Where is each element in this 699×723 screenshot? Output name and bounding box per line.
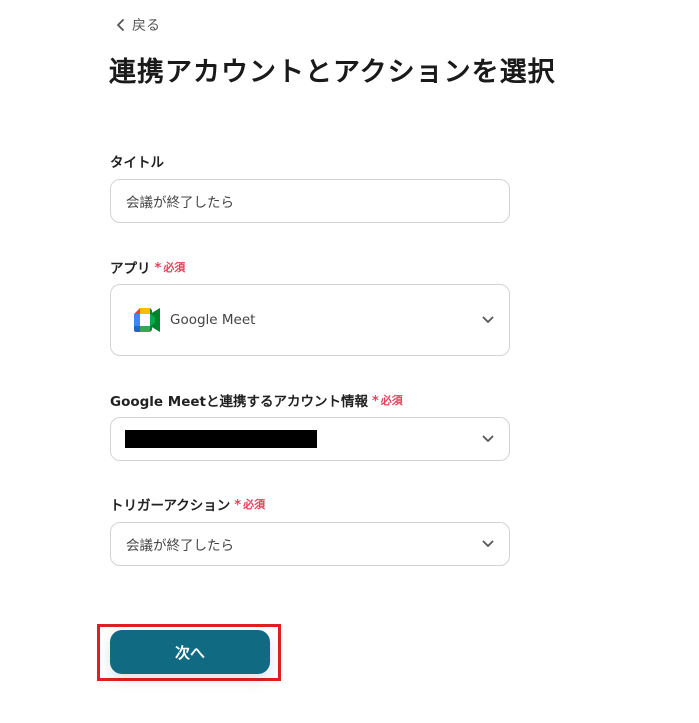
page-title: 連携アカウントとアクションを選択: [109, 57, 556, 88]
account-label-text: Google Meetと連携するアカウント情報: [110, 394, 368, 410]
required-badge: * 必須: [234, 496, 266, 513]
trigger-label-text: トリガーアクション: [110, 498, 231, 514]
back-link[interactable]: 戻る: [116, 14, 160, 36]
required-text: 必須: [163, 261, 186, 274]
back-label: 戻る: [132, 18, 160, 34]
app-label-text: アプリ: [110, 261, 151, 277]
required-text: 必須: [380, 394, 403, 407]
redacted-account-value: [125, 430, 317, 448]
required-asterisk: *: [371, 393, 379, 409]
required-text: 必須: [243, 498, 266, 511]
chevron-down-icon: [482, 316, 494, 323]
chevron-down-icon: [482, 435, 494, 442]
title-input-value: 会議が終了したら: [126, 195, 234, 211]
app-select[interactable]: Google Meet: [110, 284, 510, 356]
required-asterisk: *: [234, 497, 242, 513]
page: 戻る 連携アカウントとアクションを選択 タイトル 会議が終了したら アプリ * …: [0, 0, 699, 723]
next-button[interactable]: 次へ: [110, 630, 270, 674]
account-select[interactable]: [110, 417, 510, 461]
account-field-label: Google Meetと連携するアカウント情報 * 必須: [110, 390, 403, 411]
required-asterisk: *: [154, 260, 162, 276]
chevron-left-icon: [117, 19, 124, 31]
title-label-text: タイトル: [110, 155, 164, 171]
selected-app: Google Meet: [111, 307, 255, 333]
app-field-label: アプリ * 必須: [110, 257, 186, 278]
trigger-field-label: トリガーアクション * 必須: [110, 494, 266, 515]
required-badge: * 必須: [154, 259, 186, 276]
title-field-label: タイトル: [110, 151, 164, 171]
trigger-select-value: 会議が終了したら: [126, 538, 234, 554]
selected-app-name: Google Meet: [170, 312, 256, 328]
google-meet-icon: [134, 308, 160, 332]
required-badge: * 必須: [371, 392, 403, 409]
trigger-select[interactable]: 会議が終了したら: [110, 522, 510, 566]
chevron-down-icon: [482, 540, 494, 547]
title-input[interactable]: 会議が終了したら: [110, 179, 510, 223]
